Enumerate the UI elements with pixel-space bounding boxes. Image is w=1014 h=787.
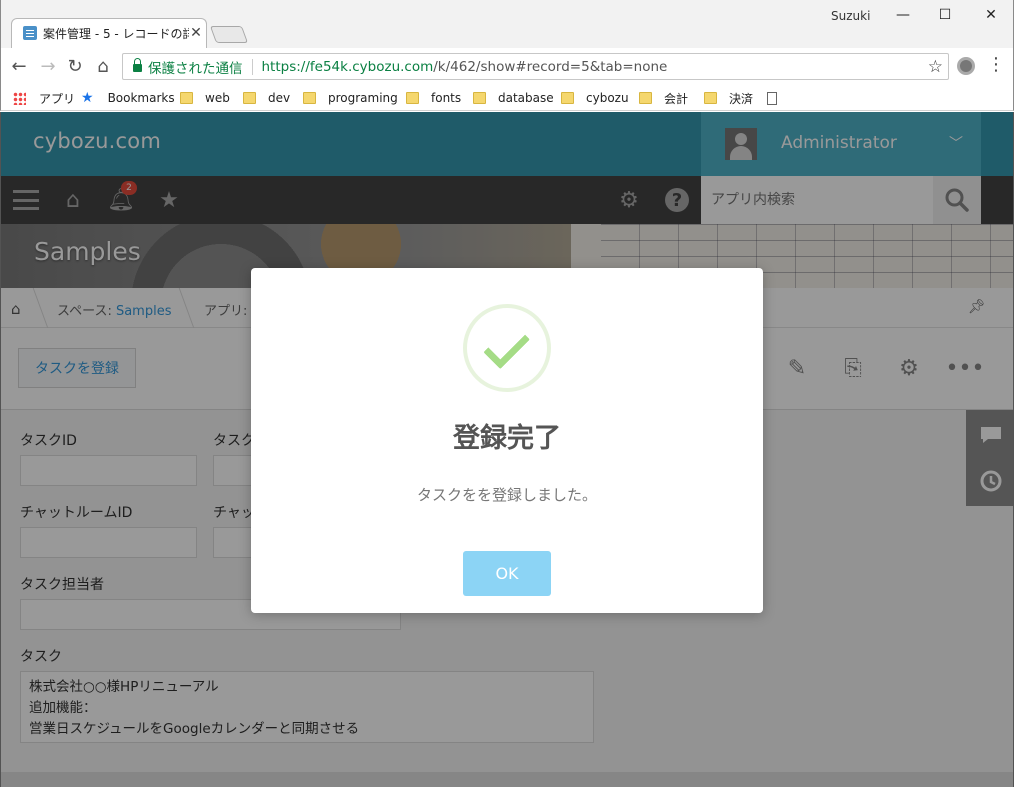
bookmark-bookmarks[interactable]: ★ Bookmarks: [81, 89, 175, 107]
page-icon: [767, 91, 777, 105]
bookmark-label: Bookmarks: [107, 91, 175, 105]
bookmark-star-icon[interactable]: ☆: [928, 57, 943, 77]
ok-button[interactable]: OK: [463, 551, 551, 596]
close-window-button[interactable]: ✕: [971, 4, 1011, 26]
bookmark-database[interactable]: database: [473, 89, 554, 107]
tab-close-icon[interactable]: ✕: [189, 25, 203, 41]
home-icon[interactable]: ⌂: [91, 54, 115, 78]
bookmark-kessai[interactable]: 決済: [704, 89, 753, 107]
folder-icon: [180, 92, 193, 104]
folder-icon: [473, 92, 486, 104]
folder-icon: [243, 92, 256, 104]
apps-grid-icon: [13, 91, 26, 105]
bookmark-label: アプリ: [39, 91, 76, 106]
url-separator: [251, 58, 253, 75]
bookmark-label: fonts: [431, 91, 462, 105]
browser-menu-icon[interactable]: ⋮: [987, 55, 1005, 75]
maximize-button[interactable]: ☐: [925, 4, 965, 26]
new-tab-button[interactable]: [209, 26, 249, 43]
success-dialog: 登録完了 タスクをを登録しました。 OK: [251, 268, 763, 613]
back-arrow-icon[interactable]: ←: [7, 54, 31, 78]
profile-name[interactable]: Suzuki: [831, 9, 870, 23]
dialog-title: 登録完了: [453, 423, 561, 454]
bookmark-page[interactable]: [767, 89, 777, 107]
reload-icon[interactable]: ↻: [63, 54, 87, 78]
extension-icon[interactable]: [957, 57, 975, 75]
url-path: /k/462/show#record=5&tab=none: [433, 58, 668, 75]
bookmark-label: 会計: [664, 91, 689, 106]
bookmark-label: cybozu: [586, 91, 629, 105]
bookmark-label: web: [205, 91, 230, 105]
tab-title: 案件管理 - 5 - レコードの詳: [43, 26, 189, 41]
bookmark-dev[interactable]: dev: [243, 89, 290, 107]
bookmarks-bar: アプリ ★ Bookmarks web dev programing fonts…: [0, 84, 1014, 111]
secure-label: 保護された通信: [148, 60, 243, 77]
folder-icon: [639, 92, 652, 104]
bookmark-web[interactable]: web: [180, 89, 230, 107]
bookmark-kaikei[interactable]: 会計: [639, 89, 688, 107]
bookmark-cybozu[interactable]: cybozu: [561, 89, 629, 107]
bookmark-label: dev: [268, 91, 291, 105]
bookmark-label: database: [498, 91, 554, 105]
star-icon: ★: [81, 90, 94, 106]
lock-icon: [133, 57, 142, 72]
folder-icon: [561, 92, 574, 104]
browser-toolbar: ← → ↻ ⌂ 保護された通信 https://fe54k.cybozu.com…: [0, 48, 1014, 84]
forward-arrow-icon[interactable]: →: [36, 54, 60, 78]
bookmark-apps[interactable]: アプリ: [13, 89, 75, 107]
folder-icon: [406, 92, 419, 104]
bookmark-label: 決済: [729, 91, 754, 106]
browser-titlebar: 案件管理 - 5 - レコードの詳 ✕ Suzuki — ☐ ✕: [0, 0, 1014, 48]
dialog-message: タスクをを登録しました。: [416, 486, 597, 504]
folder-icon: [303, 92, 316, 104]
checkmark-icon: [483, 322, 530, 370]
bookmark-fonts[interactable]: fonts: [406, 89, 461, 107]
bookmark-programing[interactable]: programing: [303, 89, 398, 107]
kintone-favicon-icon: [23, 26, 37, 40]
success-circle-icon: [463, 304, 551, 392]
folder-icon: [704, 92, 717, 104]
bookmark-label: programing: [328, 91, 398, 105]
url-host: https://fe54k.cybozu.com: [261, 58, 434, 75]
address-bar[interactable]: 保護された通信 https://fe54k.cybozu.com /k/462/…: [122, 53, 949, 80]
minimize-button[interactable]: —: [883, 4, 923, 26]
browser-tab-content[interactable]: 案件管理 - 5 - レコードの詳 ✕: [23, 19, 203, 47]
